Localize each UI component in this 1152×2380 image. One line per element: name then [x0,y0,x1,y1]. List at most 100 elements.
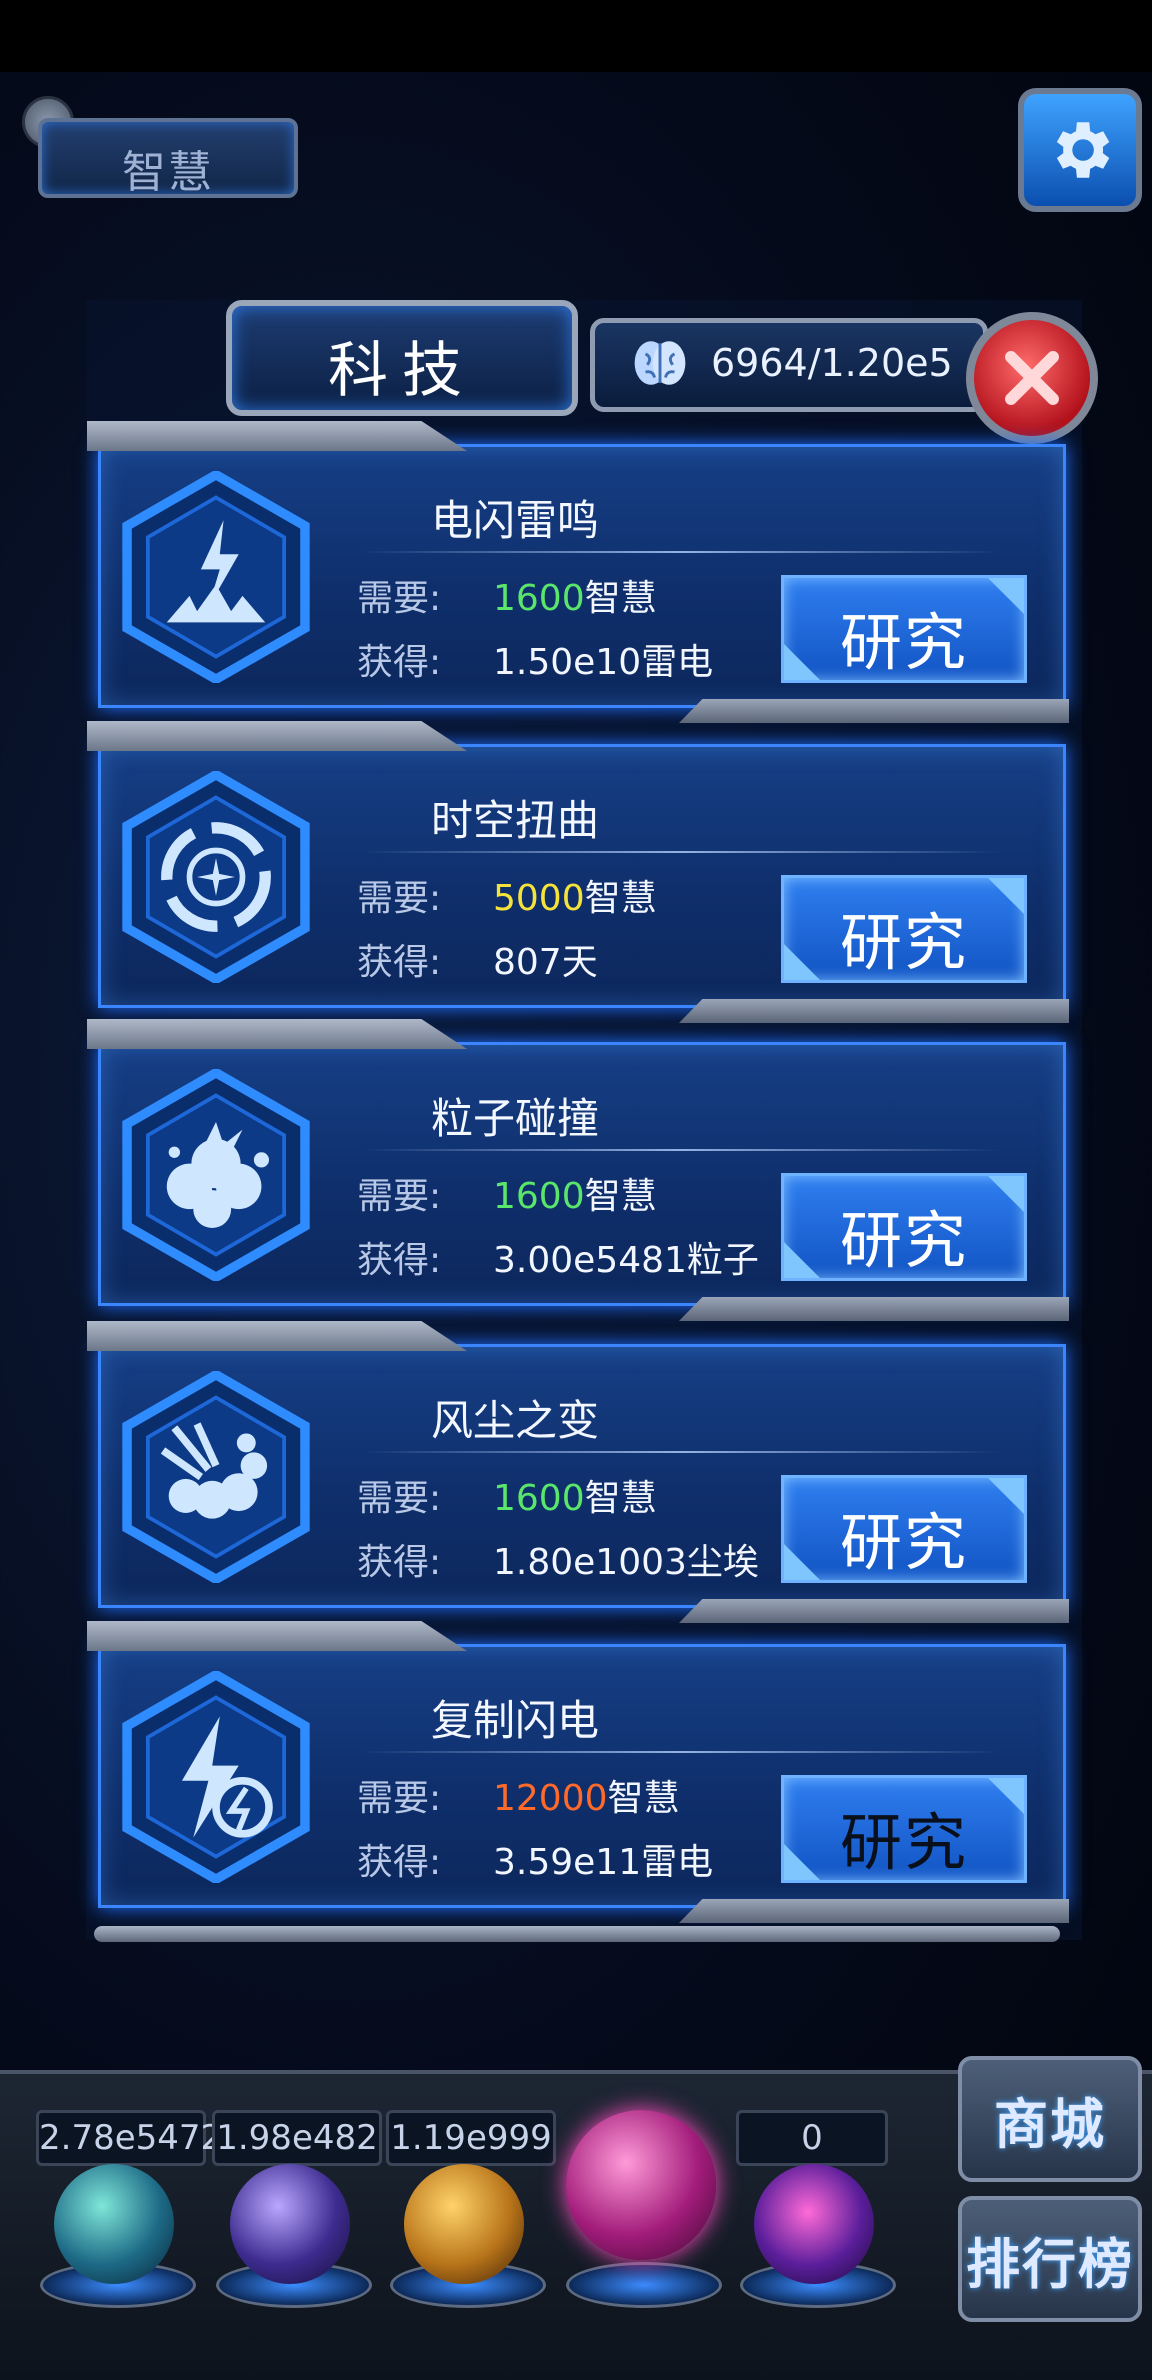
need-label: 需要: [357,1478,442,1519]
research-button[interactable]: 研究 [781,1173,1027,1281]
wisdom-tab[interactable]: 智慧 [38,118,298,198]
status-bar [0,0,1152,72]
divider [361,551,1001,553]
close-icon [1005,351,1059,405]
reward-value: 1.80e1003尘埃 [493,1542,759,1583]
need-label: 需要: [357,878,442,919]
research-button-label: 研究 [839,1806,968,1879]
reward-value: 3.59e11雷电 [493,1842,714,1883]
brain-icon [634,341,686,385]
tech-card: 复制闪电 需要: 12000智慧 获得: 3.59e11雷电 研究 [87,1621,1069,1923]
cost-row: 需要: 5000智慧 [357,869,657,921]
particle-collision-icon [122,1069,310,1281]
card-frame-bottom [679,1297,1069,1321]
card-frame-bottom [679,1599,1069,1623]
need-label: 需要: [357,578,442,619]
reward-row: 获得: 1.50e10雷电 [357,633,713,685]
reward-value: 807天 [493,942,598,983]
reward-row: 获得: 807天 [357,933,598,985]
dust-counter: 1.19e999 [386,2110,556,2166]
tech-name: 粒子碰撞 [431,1094,600,1143]
dust-burst-icon [122,1371,310,1583]
cost-value: 1600 [493,578,585,619]
shop-button[interactable]: 商城 [958,2056,1142,2182]
tech-card: 粒子碰撞 需要: 1600智慧 获得: 3.00e5481粒子 研究 [87,1019,1069,1321]
tech-name: 风尘之变 [431,1396,600,1445]
card-frame-top [87,721,467,751]
need-label: 需要: [357,1176,442,1217]
leaderboard-button[interactable]: 排行榜 [958,2196,1142,2322]
cost-row: 需要: 1600智慧 [357,1167,657,1219]
reward-row: 获得: 3.59e11雷电 [357,1833,713,1885]
reward-row: 获得: 1.80e1003尘埃 [357,1533,759,1585]
lightning-burst-icon [122,471,310,683]
dust-orb-icon[interactable] [404,2164,524,2284]
card-frame-top [87,421,467,451]
panel-bottom-frame [94,1926,1060,1942]
lightning-orb-icon[interactable] [230,2164,350,2284]
cost-unit: 智慧 [584,1478,657,1519]
cost-unit: 智慧 [584,578,657,619]
close-button[interactable] [966,312,1098,444]
vortex-orb-icon[interactable] [754,2164,874,2284]
gain-label: 获得: [357,1240,442,1281]
leaderboard-button-label: 排行榜 [966,2232,1134,2296]
divider [361,1149,1001,1151]
cost-unit: 智慧 [584,878,657,919]
settings-button[interactable] [1018,88,1142,212]
research-button[interactable]: 研究 [781,1775,1027,1883]
cost-row: 需要: 1600智慧 [357,569,657,621]
vortex-icon [122,771,310,983]
divider [361,1751,1001,1753]
cost-value: 1600 [493,1176,585,1217]
tech-card: 电闪雷鸣 需要: 1600智慧 获得: 1.50e10雷电 研究 [87,421,1069,723]
gain-label: 获得: [357,1542,442,1583]
gear-icon [1056,122,1110,178]
gain-label: 获得: [357,642,442,683]
card-frame-bottom [679,999,1069,1023]
card-frame-bottom [679,1899,1069,1923]
reward-value: 1.50e10雷电 [493,642,714,683]
reward-value: 3.00e5481粒子 [493,1240,759,1281]
research-button[interactable]: 研究 [781,875,1027,983]
gain-label: 获得: [357,1842,442,1883]
particle-counter: 2.78e5472 [36,2110,222,2166]
research-button-label: 研究 [839,606,968,679]
particle-orb-icon[interactable] [54,2164,174,2284]
tech-name: 时空扭曲 [431,796,600,845]
card-frame-top [87,1019,467,1049]
shop-button-label: 商城 [994,2092,1106,2156]
reward-row: 获得: 3.00e5481粒子 [357,1231,759,1283]
tech-name: 电闪雷鸣 [431,496,600,545]
cost-unit: 智慧 [584,1176,657,1217]
research-button[interactable]: 研究 [781,575,1027,683]
pedestal [566,2262,722,2308]
wisdom-orb-icon[interactable] [566,2110,716,2260]
wisdom-resource-value: 6964/1.20e5 [711,341,953,385]
divider [361,1451,1001,1453]
divider [361,851,1001,853]
research-button[interactable]: 研究 [781,1475,1027,1583]
panel-title-plate: 科技 [226,300,578,416]
research-button-label: 研究 [839,1204,968,1277]
card-frame-bottom [679,699,1069,723]
cost-row: 需要: 12000智慧 [357,1769,680,1821]
vortex-counter: 0 [736,2110,888,2166]
cost-value: 1600 [493,1478,585,1519]
card-frame-top [87,1321,467,1351]
cost-row: 需要: 1600智慧 [357,1469,657,1521]
lightning-counter: 1.98e482 [212,2110,382,2166]
need-label: 需要: [357,1778,442,1819]
wisdom-resource: 6964/1.20e5 [590,318,988,412]
panel-title: 科技 [328,336,476,406]
copy-lightning-icon [122,1671,310,1883]
cost-value: 5000 [493,878,585,919]
research-button-label: 研究 [839,906,968,979]
card-frame-top [87,1621,467,1651]
research-button-label: 研究 [839,1506,968,1579]
cost-unit: 智慧 [607,1778,680,1819]
gain-label: 获得: [357,942,442,983]
wisdom-tab-label: 智慧 [122,147,214,198]
tech-card: 时空扭曲 需要: 5000智慧 获得: 807天 研究 [87,721,1069,1023]
tech-name: 复制闪电 [431,1696,600,1745]
